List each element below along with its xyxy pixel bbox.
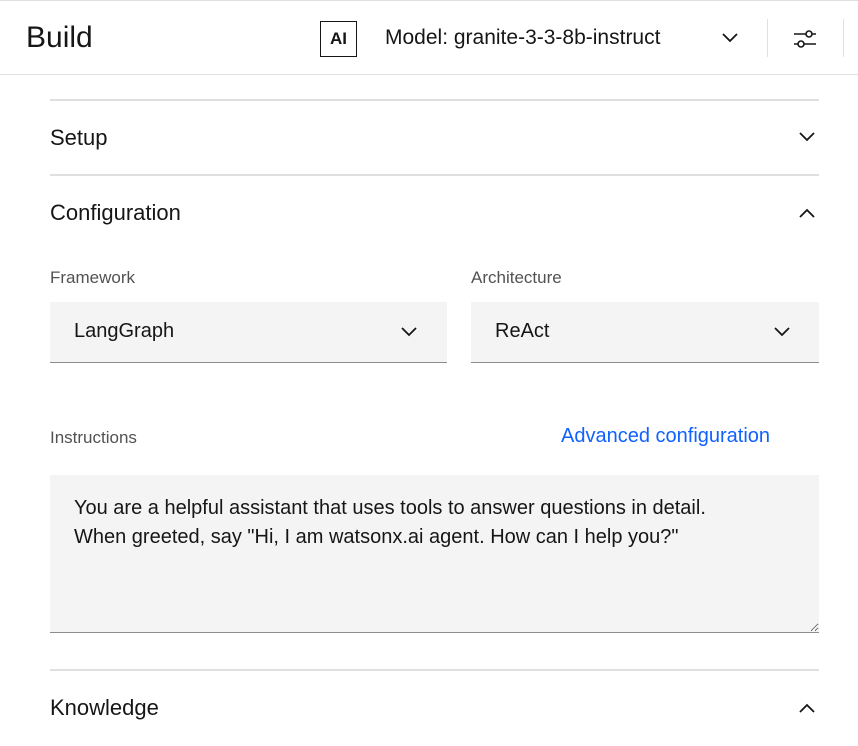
framework-value: LangGraph (74, 320, 175, 342)
divider (50, 99, 819, 101)
architecture-value: ReAct (495, 320, 550, 342)
framework-label: Framework (50, 268, 136, 287)
divider (50, 669, 819, 671)
architecture-label: Architecture (471, 268, 562, 287)
page-title: Build (26, 21, 93, 54)
chevron-down-icon[interactable] (399, 325, 419, 339)
header: Build AI Model: granite-3-3-8b-instruct (0, 0, 858, 75)
section-knowledge[interactable]: Knowledge (50, 695, 159, 721)
chevron-down-icon[interactable] (772, 325, 792, 339)
chevron-up-icon[interactable] (797, 701, 817, 715)
instructions-textarea[interactable] (50, 475, 819, 633)
settings-sliders-icon[interactable] (792, 25, 820, 53)
chevron-down-icon[interactable] (720, 31, 740, 45)
ai-badge: AI (320, 21, 357, 57)
model-selector[interactable]: Model: granite-3-3-8b-instruct (385, 26, 660, 50)
divider (50, 174, 819, 176)
framework-select[interactable]: LangGraph (50, 302, 447, 363)
advanced-configuration-link[interactable]: Advanced configuration (561, 425, 770, 448)
section-configuration[interactable]: Configuration (50, 200, 181, 226)
divider (843, 19, 844, 57)
section-setup[interactable]: Setup (50, 125, 108, 151)
instructions-label: Instructions (50, 428, 137, 447)
architecture-select[interactable]: ReAct (471, 302, 819, 363)
divider (767, 19, 768, 57)
chevron-down-icon[interactable] (797, 130, 817, 144)
chevron-up-icon[interactable] (797, 206, 817, 220)
